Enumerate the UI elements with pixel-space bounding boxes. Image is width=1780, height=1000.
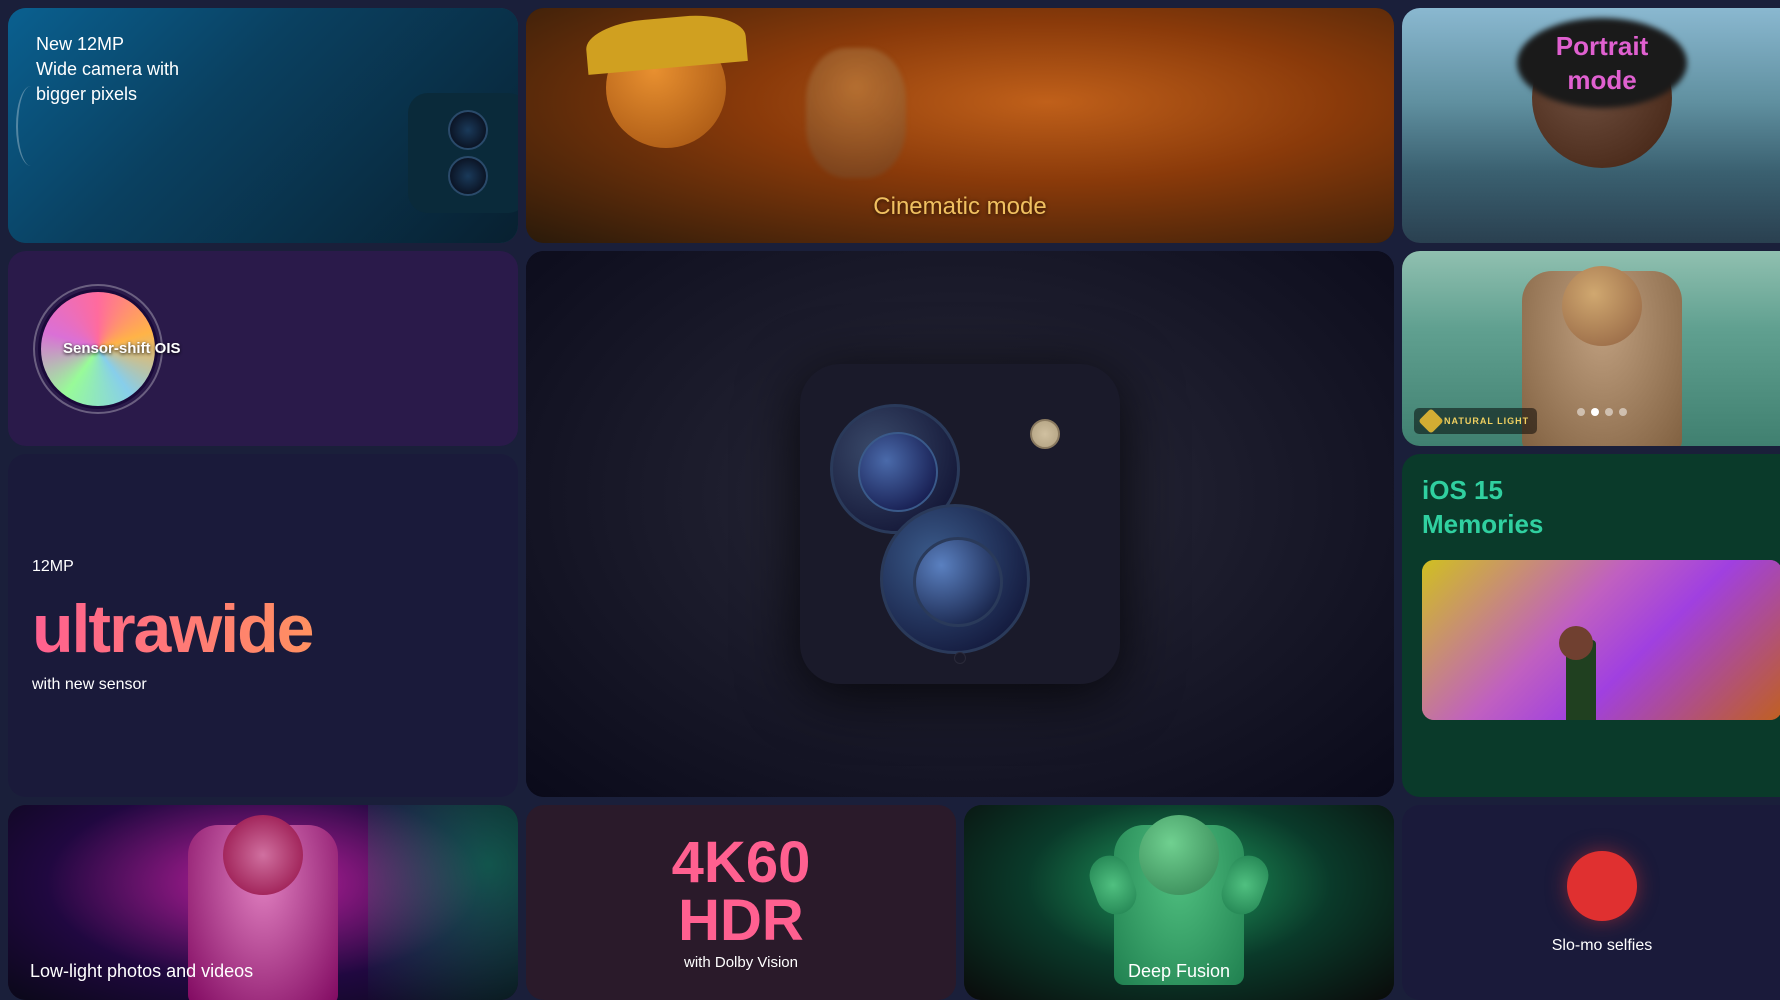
filter-dot-2 bbox=[1591, 408, 1599, 416]
camera-lens-1-inner bbox=[858, 432, 938, 512]
slomo-button bbox=[1567, 851, 1637, 921]
camera-lens-3 bbox=[880, 504, 1030, 654]
hdr-sub: with Dolby Vision bbox=[684, 954, 798, 971]
card-cinematic: Cinematic mode bbox=[526, 8, 1394, 243]
portrait-mode-label: Portrait mode bbox=[1556, 30, 1648, 98]
card-ultrawide: 12MP ultrawide ⌐ with new sensor bbox=[8, 454, 518, 797]
card-main-camera bbox=[526, 251, 1394, 797]
ultrawide-mp: 12MP bbox=[32, 558, 74, 576]
memories-photo bbox=[1422, 560, 1780, 720]
hdr-main: 4K60 HDR bbox=[672, 834, 811, 950]
ultrawide-sub: with new sensor bbox=[32, 676, 147, 694]
deepfusion-label: Deep Fusion bbox=[1128, 961, 1230, 982]
lens-bottom bbox=[448, 156, 488, 196]
slomo-label: Slo-mo selfies bbox=[1552, 937, 1652, 955]
lens-top bbox=[448, 110, 488, 150]
natural-light-container: NATURAL LIGHT bbox=[1414, 408, 1537, 434]
lowlight-label: Low-light photos and videos bbox=[30, 961, 253, 982]
natural-light-badge: NATURAL LIGHT bbox=[1444, 416, 1529, 426]
card-deepfusion: Deep Fusion bbox=[964, 805, 1394, 1000]
card-ios15: iOS 15 Memories bbox=[1402, 454, 1780, 797]
camera-closeup-bg bbox=[526, 251, 1394, 797]
card-lowlight: Low-light photos and videos bbox=[8, 805, 518, 1000]
filter-dot-4 bbox=[1619, 408, 1627, 416]
card-wide-camera: New 12MP Wide camera with bigger pixels bbox=[8, 8, 518, 243]
ultrawide-svg: ultrawide ⌐ bbox=[32, 584, 512, 664]
camera-bump bbox=[408, 93, 518, 213]
mic-dot bbox=[954, 652, 966, 664]
camera-module bbox=[800, 364, 1120, 684]
card-natural-light: NATURAL LIGHT bbox=[1402, 251, 1780, 446]
arc-decoration bbox=[16, 86, 46, 166]
cube-icon bbox=[1418, 408, 1443, 433]
main-grid: New 12MP Wide camera with bigger pixels … bbox=[0, 0, 1780, 999]
svg-text:ultrawide: ultrawide bbox=[32, 591, 313, 664]
filter-dot-1 bbox=[1577, 408, 1585, 416]
filter-dot-3 bbox=[1605, 408, 1613, 416]
portrait-filter-bar bbox=[1577, 408, 1627, 416]
ios15-title: iOS 15 Memories bbox=[1422, 474, 1543, 542]
sensor-label: Sensor-shift OIS bbox=[63, 340, 181, 358]
camera-lens-3-inner bbox=[913, 537, 1003, 627]
card-4k: 4K60 HDR with Dolby Vision bbox=[526, 805, 956, 1000]
wide-camera-text: New 12MP Wide camera with bigger pixels bbox=[36, 32, 179, 108]
cinematic-label: Cinematic mode bbox=[873, 193, 1046, 221]
card-slomo: Slo-mo selfies bbox=[1402, 805, 1780, 1000]
phone-shape bbox=[268, 63, 518, 243]
ultrawide-text: ultrawide ⌐ bbox=[32, 584, 512, 664]
camera-flash bbox=[1030, 419, 1060, 449]
card-sensor: Sensor-shift OIS bbox=[8, 251, 518, 446]
card-portrait-mode: Portrait mode bbox=[1402, 8, 1780, 243]
